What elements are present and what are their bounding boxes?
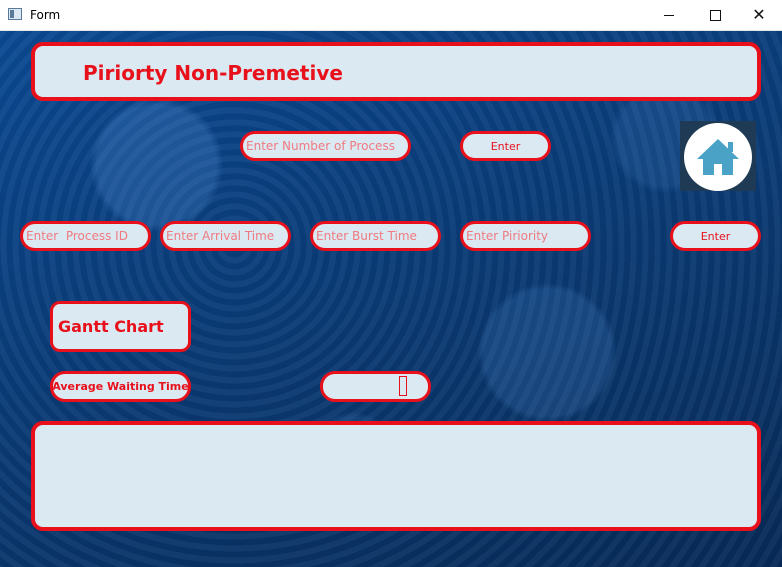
process-count-field[interactable] xyxy=(240,131,411,161)
arrival-time-field[interactable] xyxy=(160,221,291,251)
process-enter-button[interactable]: Enter xyxy=(670,221,761,251)
maximize-button[interactable] xyxy=(692,0,738,30)
window-titlebar: Form ✕ xyxy=(0,0,782,31)
close-icon: ✕ xyxy=(752,5,766,24)
app-icon xyxy=(8,8,22,20)
maximize-icon xyxy=(709,9,721,21)
minimize-button[interactable] xyxy=(646,0,692,30)
home-circle xyxy=(684,123,752,191)
page-title: Piriorty Non-Premetive xyxy=(83,61,343,85)
gantt-chart-label: Gantt Chart xyxy=(58,317,164,336)
burst-time-input[interactable] xyxy=(316,224,438,248)
arrival-time-input[interactable] xyxy=(166,224,288,248)
minimize-icon xyxy=(664,14,674,16)
home-button[interactable] xyxy=(680,121,756,191)
priority-input[interactable] xyxy=(466,224,588,248)
average-waiting-time-label: Average Waiting Time xyxy=(50,371,191,402)
close-button[interactable]: ✕ xyxy=(736,0,782,30)
home-icon xyxy=(697,139,739,175)
window-title: Form xyxy=(30,8,61,22)
process-id-input[interactable] xyxy=(26,224,148,248)
burst-time-field[interactable] xyxy=(310,221,441,251)
process-count-enter-button[interactable]: Enter xyxy=(460,131,551,161)
gantt-chart-panel xyxy=(31,421,761,531)
process-count-input[interactable] xyxy=(246,134,408,158)
priority-field[interactable] xyxy=(460,221,591,251)
process-id-field[interactable] xyxy=(20,221,151,251)
average-waiting-time-field xyxy=(320,371,431,402)
text-cursor xyxy=(399,376,407,396)
